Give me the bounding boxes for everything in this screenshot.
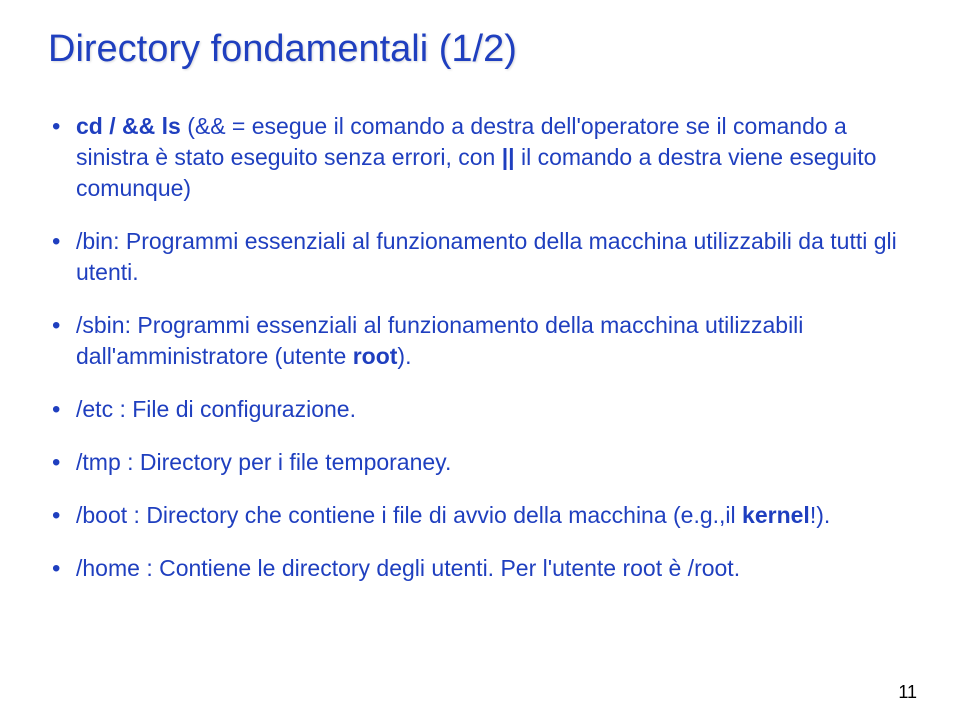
list-item: /bin: Programmi essenziali al funzioname… xyxy=(76,226,911,288)
page-number: 11 xyxy=(898,682,917,703)
list-item: /tmp : Directory per i file temporaney. xyxy=(76,447,911,478)
list-item: /sbin: Programmi essenziali al funzionam… xyxy=(76,310,911,372)
list-item: /boot : Directory che contiene i file di… xyxy=(76,500,911,531)
slide-title: Directory fondamentali (1/2) xyxy=(48,28,911,71)
slide: Directory fondamentali (1/2) cd / && ls … xyxy=(0,0,959,719)
list-item: cd / && ls (&& = esegue il comando a des… xyxy=(76,111,911,204)
list-item: /etc : File di configurazione. xyxy=(76,394,911,425)
list-item: /home : Contiene le directory degli uten… xyxy=(76,553,911,584)
bullet-list: cd / && ls (&& = esegue il comando a des… xyxy=(48,111,911,585)
